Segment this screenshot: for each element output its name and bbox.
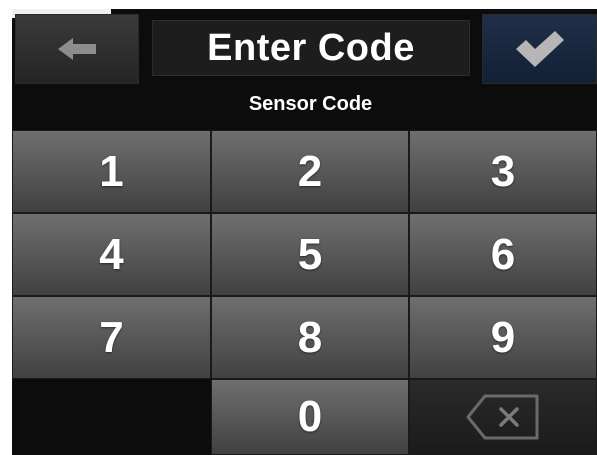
key-5[interactable]: 5: [211, 213, 409, 296]
confirm-button[interactable]: [482, 14, 597, 84]
back-button[interactable]: [15, 14, 139, 84]
empty-key-slot: [12, 379, 211, 455]
key-9[interactable]: 9: [409, 296, 597, 379]
title-box: Enter Code: [152, 20, 470, 76]
backspace-button[interactable]: [409, 379, 597, 455]
page-title: Enter Code: [207, 26, 415, 69]
key-3[interactable]: 3: [409, 130, 597, 213]
key-0[interactable]: 0: [211, 379, 409, 455]
key-7[interactable]: 7: [12, 296, 211, 379]
code-entry-screen: Enter Code Sensor Code 1 2 3 4 5 6 7 8 9…: [12, 9, 597, 455]
key-8[interactable]: 8: [211, 296, 409, 379]
backspace-icon: [466, 394, 539, 440]
key-2[interactable]: 2: [211, 130, 409, 213]
key-6[interactable]: 6: [409, 213, 597, 296]
subtitle: Sensor Code: [248, 93, 373, 115]
key-1[interactable]: 1: [12, 130, 211, 213]
arrow-left-icon: [58, 38, 96, 60]
checkmark-icon: [515, 31, 564, 67]
key-4[interactable]: 4: [12, 213, 211, 296]
